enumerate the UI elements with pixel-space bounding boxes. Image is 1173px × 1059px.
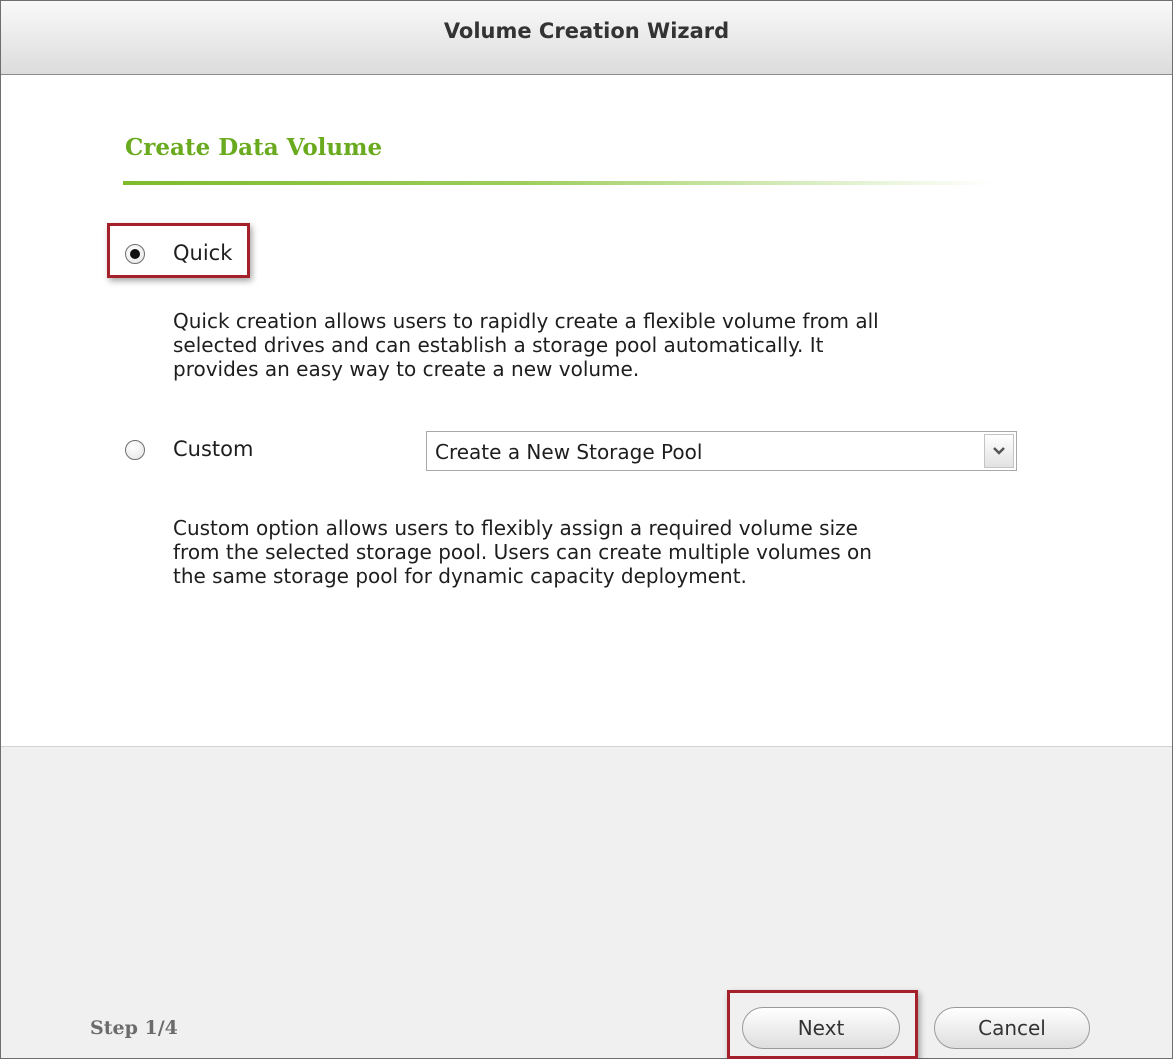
- custom-radio[interactable]: [125, 440, 145, 460]
- quick-description: Quick creation allows users to rapidly c…: [173, 309, 879, 381]
- radio-selected-dot: [130, 249, 140, 259]
- custom-label[interactable]: Custom: [173, 437, 253, 461]
- storage-pool-select-value: Create a New Storage Pool: [435, 440, 703, 464]
- step-indicator: Step 1/4: [90, 1017, 178, 1039]
- section-divider: [123, 181, 995, 185]
- title-bar: Volume Creation Wizard: [1, 1, 1172, 75]
- wizard-window: Volume Creation Wizard Create Data Volum…: [0, 0, 1173, 1059]
- quick-label[interactable]: Quick: [173, 241, 232, 265]
- window-title: Volume Creation Wizard: [443, 19, 730, 43]
- chevron-down-icon[interactable]: [984, 434, 1014, 468]
- next-button[interactable]: Next: [742, 1007, 900, 1049]
- custom-description: Custom option allows users to flexibly a…: [173, 516, 872, 588]
- section-title: Create Data Volume: [125, 134, 383, 161]
- cancel-button[interactable]: Cancel: [934, 1007, 1090, 1049]
- storage-pool-select[interactable]: Create a New Storage Pool: [426, 431, 1017, 471]
- quick-radio[interactable]: [125, 244, 145, 264]
